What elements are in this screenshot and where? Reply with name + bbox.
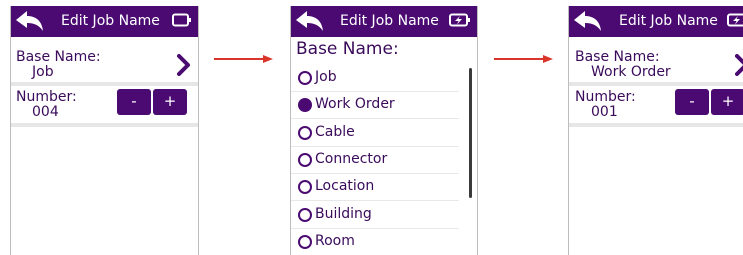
radio-button-icon[interactable] <box>298 125 312 140</box>
title-bar: Edit Job Name <box>11 6 198 37</box>
option-label: Room <box>315 232 355 249</box>
flow-arrow-icon <box>494 55 553 63</box>
base-name-row[interactable]: Base Name: Job <box>11 37 198 82</box>
screen-edit-job-name-1: Edit Job Name Base Name: Job Number: 004… <box>10 6 199 255</box>
back-arrow-icon[interactable] <box>14 9 46 34</box>
radio-button-icon[interactable] <box>298 152 312 167</box>
screen-base-name-picker: Edit Job Name Base Name: Job Work Order Ca… <box>290 6 478 255</box>
option-item[interactable]: Cable <box>291 120 459 147</box>
base-name-label: Base Name: <box>16 49 101 65</box>
title-bar: Edit Job Name <box>291 6 477 37</box>
decrement-button[interactable]: - <box>117 89 151 115</box>
option-item[interactable]: Job <box>291 65 459 92</box>
option-item[interactable]: Building <box>291 202 459 229</box>
page-title: Edit Job Name <box>619 13 718 29</box>
option-item[interactable]: Room <box>291 229 459 255</box>
radio-button-icon[interactable] <box>298 71 312 85</box>
radio-button-icon[interactable] <box>298 180 312 195</box>
number-value: 004 <box>32 104 59 120</box>
base-name-value: Job <box>32 64 54 80</box>
title-bar: Edit Job Name <box>569 6 743 37</box>
battery-icon <box>172 13 191 27</box>
page-title: Edit Job Name <box>340 13 439 29</box>
number-label: Number: <box>575 89 636 105</box>
decrement-button[interactable]: - <box>675 89 709 115</box>
chevron-right-icon[interactable] <box>735 54 743 76</box>
base-name-value: Work Order <box>591 64 671 80</box>
radio-selected-icon[interactable] <box>298 98 312 113</box>
number-label: Number: <box>16 89 77 105</box>
increment-button[interactable]: + <box>153 89 187 115</box>
chevron-right-icon[interactable] <box>177 54 191 76</box>
option-label: Job <box>315 69 337 85</box>
base-name-heading: Base Name: <box>296 39 399 59</box>
number-value: 001 <box>591 104 618 120</box>
base-name-row[interactable]: Base Name: Work Order <box>569 37 743 82</box>
screen-edit-job-name-2: Edit Job Name Base Name: Work Order Numb… <box>568 6 743 255</box>
divider <box>569 123 743 127</box>
base-name-label: Base Name: <box>575 49 660 65</box>
option-item[interactable]: Connector <box>291 147 459 174</box>
option-label: Building <box>315 205 372 222</box>
battery-charging-icon <box>449 13 470 27</box>
increment-button[interactable]: + <box>711 89 743 115</box>
scrollbar[interactable] <box>469 68 472 198</box>
flow-arrow-icon <box>214 55 273 63</box>
divider <box>11 123 198 127</box>
number-row: Number: 004 - + <box>11 86 198 123</box>
option-item[interactable]: Work Order <box>291 92 459 120</box>
radio-button-icon[interactable] <box>298 207 312 222</box>
back-arrow-icon[interactable] <box>572 9 604 34</box>
option-item[interactable]: Location <box>291 174 459 202</box>
option-label: Location <box>315 178 375 195</box>
page-title: Edit Job Name <box>61 13 160 29</box>
option-label: Cable <box>315 123 355 140</box>
option-label: Work Order <box>315 96 395 113</box>
option-label: Connector <box>315 150 388 167</box>
battery-charging-icon <box>727 13 743 27</box>
number-row: Number: 001 - + <box>569 86 743 123</box>
back-arrow-icon[interactable] <box>294 9 326 34</box>
radio-button-icon[interactable] <box>298 234 312 249</box>
